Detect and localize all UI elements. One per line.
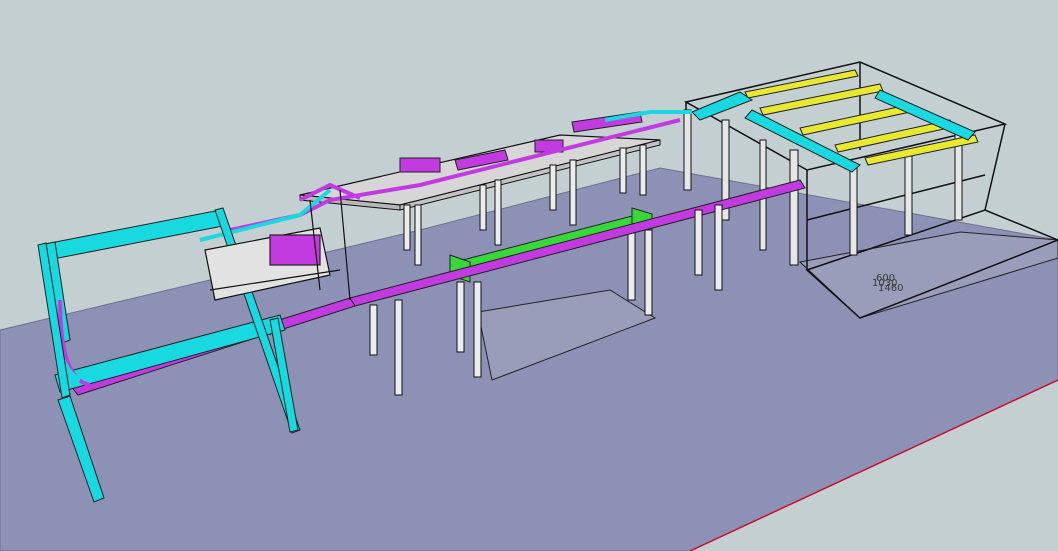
dimension-label-1460: 1460	[878, 283, 903, 294]
3d-model-viewport[interactable]: 600 1030 1460	[0, 0, 1058, 551]
